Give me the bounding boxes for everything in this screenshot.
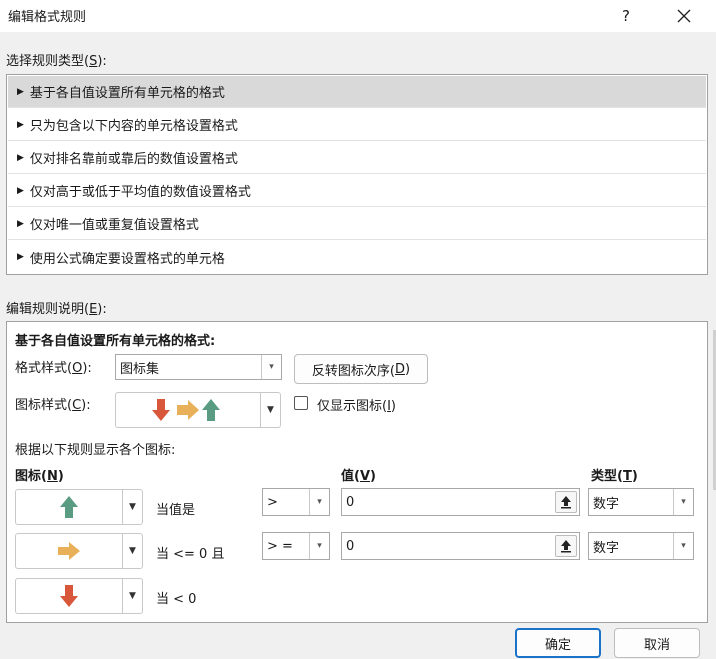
chevron-down-icon: ▾ [261, 355, 281, 379]
chevron-down-icon: ▼ [122, 579, 142, 613]
row3-condition: 当 < 0 [156, 592, 197, 607]
close-button[interactable] [666, 2, 702, 30]
chevron-down-icon: ▼ [260, 393, 280, 427]
row2-operator-select[interactable]: > = ▾ [262, 532, 330, 560]
rule-type-list: ▶ 基于各自值设置所有单元格的格式 ▶ 只为包含以下内容的单元格设置格式 ▶ 仅对排名… [6, 74, 708, 275]
expand-triangle-icon: ▶ [17, 86, 24, 97]
reverse-icon-order-button[interactable]: 反转图标次序(D) [294, 354, 428, 384]
range-select-icon[interactable] [555, 535, 577, 557]
close-icon [677, 9, 691, 23]
expand-triangle-icon: ▶ [17, 185, 24, 196]
chevron-down-icon: ▾ [673, 533, 693, 559]
chevron-down-icon: ▼ [122, 534, 142, 568]
rule-type-item[interactable]: ▶ 仅对高于或低于平均值的数值设置格式 [8, 175, 706, 207]
chevron-down-icon: ▼ [122, 490, 142, 524]
row3-icon-select[interactable]: ▼ [15, 578, 143, 614]
chevron-down-icon: ▾ [309, 489, 329, 515]
show-icon-only-checkbox[interactable] [294, 396, 308, 410]
chevron-down-icon: ▾ [309, 533, 329, 559]
rule-type-item[interactable]: ▶ 只为包含以下内容的单元格设置格式 [8, 109, 706, 141]
chevron-down-icon: ▾ [673, 489, 693, 515]
row1-condition: 当值是 [156, 503, 196, 518]
rules-caption: 根据以下规则显示各个图标: [15, 443, 176, 458]
icon-column-header: 图标(N) [15, 469, 64, 484]
range-select-icon[interactable] [555, 491, 577, 513]
green-up-arrow-icon [16, 490, 122, 524]
type-column-header: 类型(T) [591, 469, 638, 484]
three-arrows-icon [116, 393, 260, 427]
expand-triangle-icon: ▶ [17, 152, 24, 163]
description-heading: 基于各自值设置所有单元格的格式: [15, 334, 216, 349]
format-style-label: 格式样式(O): [15, 361, 92, 376]
window-title: 编辑格式规则 [8, 10, 87, 25]
expand-triangle-icon: ▶ [17, 218, 24, 229]
show-icon-only-label: 仅显示图标(I) [317, 399, 396, 414]
row1-value-input[interactable]: 0 [341, 488, 580, 516]
rule-type-item[interactable]: ▶ 仅对排名靠前或靠后的数值设置格式 [8, 142, 706, 174]
rule-description-label: 编辑规则说明(E): [6, 302, 107, 317]
row2-icon-select[interactable]: ▼ [15, 533, 143, 569]
format-style-select[interactable]: 图标集 ▾ [115, 354, 282, 380]
yellow-right-arrow-icon [16, 534, 122, 568]
rule-type-item[interactable]: ▶ 使用公式确定要设置格式的单元格 [8, 241, 706, 273]
row1-type-select[interactable]: 数字 ▾ [588, 488, 694, 516]
icon-style-label: 图标样式(C): [15, 398, 91, 413]
red-down-arrow-icon [16, 579, 122, 613]
cancel-button[interactable]: 取消 [614, 628, 700, 658]
expand-triangle-icon: ▶ [17, 252, 24, 262]
rule-type-label: 选择规则类型(S): [6, 54, 107, 69]
row1-icon-select[interactable]: ▼ [15, 489, 143, 525]
row2-type-select[interactable]: 数字 ▾ [588, 532, 694, 560]
rule-type-item[interactable]: ▶ 基于各自值设置所有单元格的格式 [8, 76, 706, 108]
row1-operator-select[interactable]: > ▾ [262, 488, 330, 516]
row2-condition: 当 <= 0 且 [156, 547, 225, 562]
icon-style-select[interactable]: ▼ [115, 392, 281, 428]
rule-type-item[interactable]: ▶ 仅对唯一值或重复值设置格式 [8, 208, 706, 240]
ok-button[interactable]: 确定 [515, 628, 601, 658]
row2-value-input[interactable]: 0 [341, 532, 580, 560]
value-column-header: 值(V) [341, 469, 376, 484]
help-button[interactable]: ? [608, 2, 644, 30]
expand-triangle-icon: ▶ [17, 119, 24, 130]
